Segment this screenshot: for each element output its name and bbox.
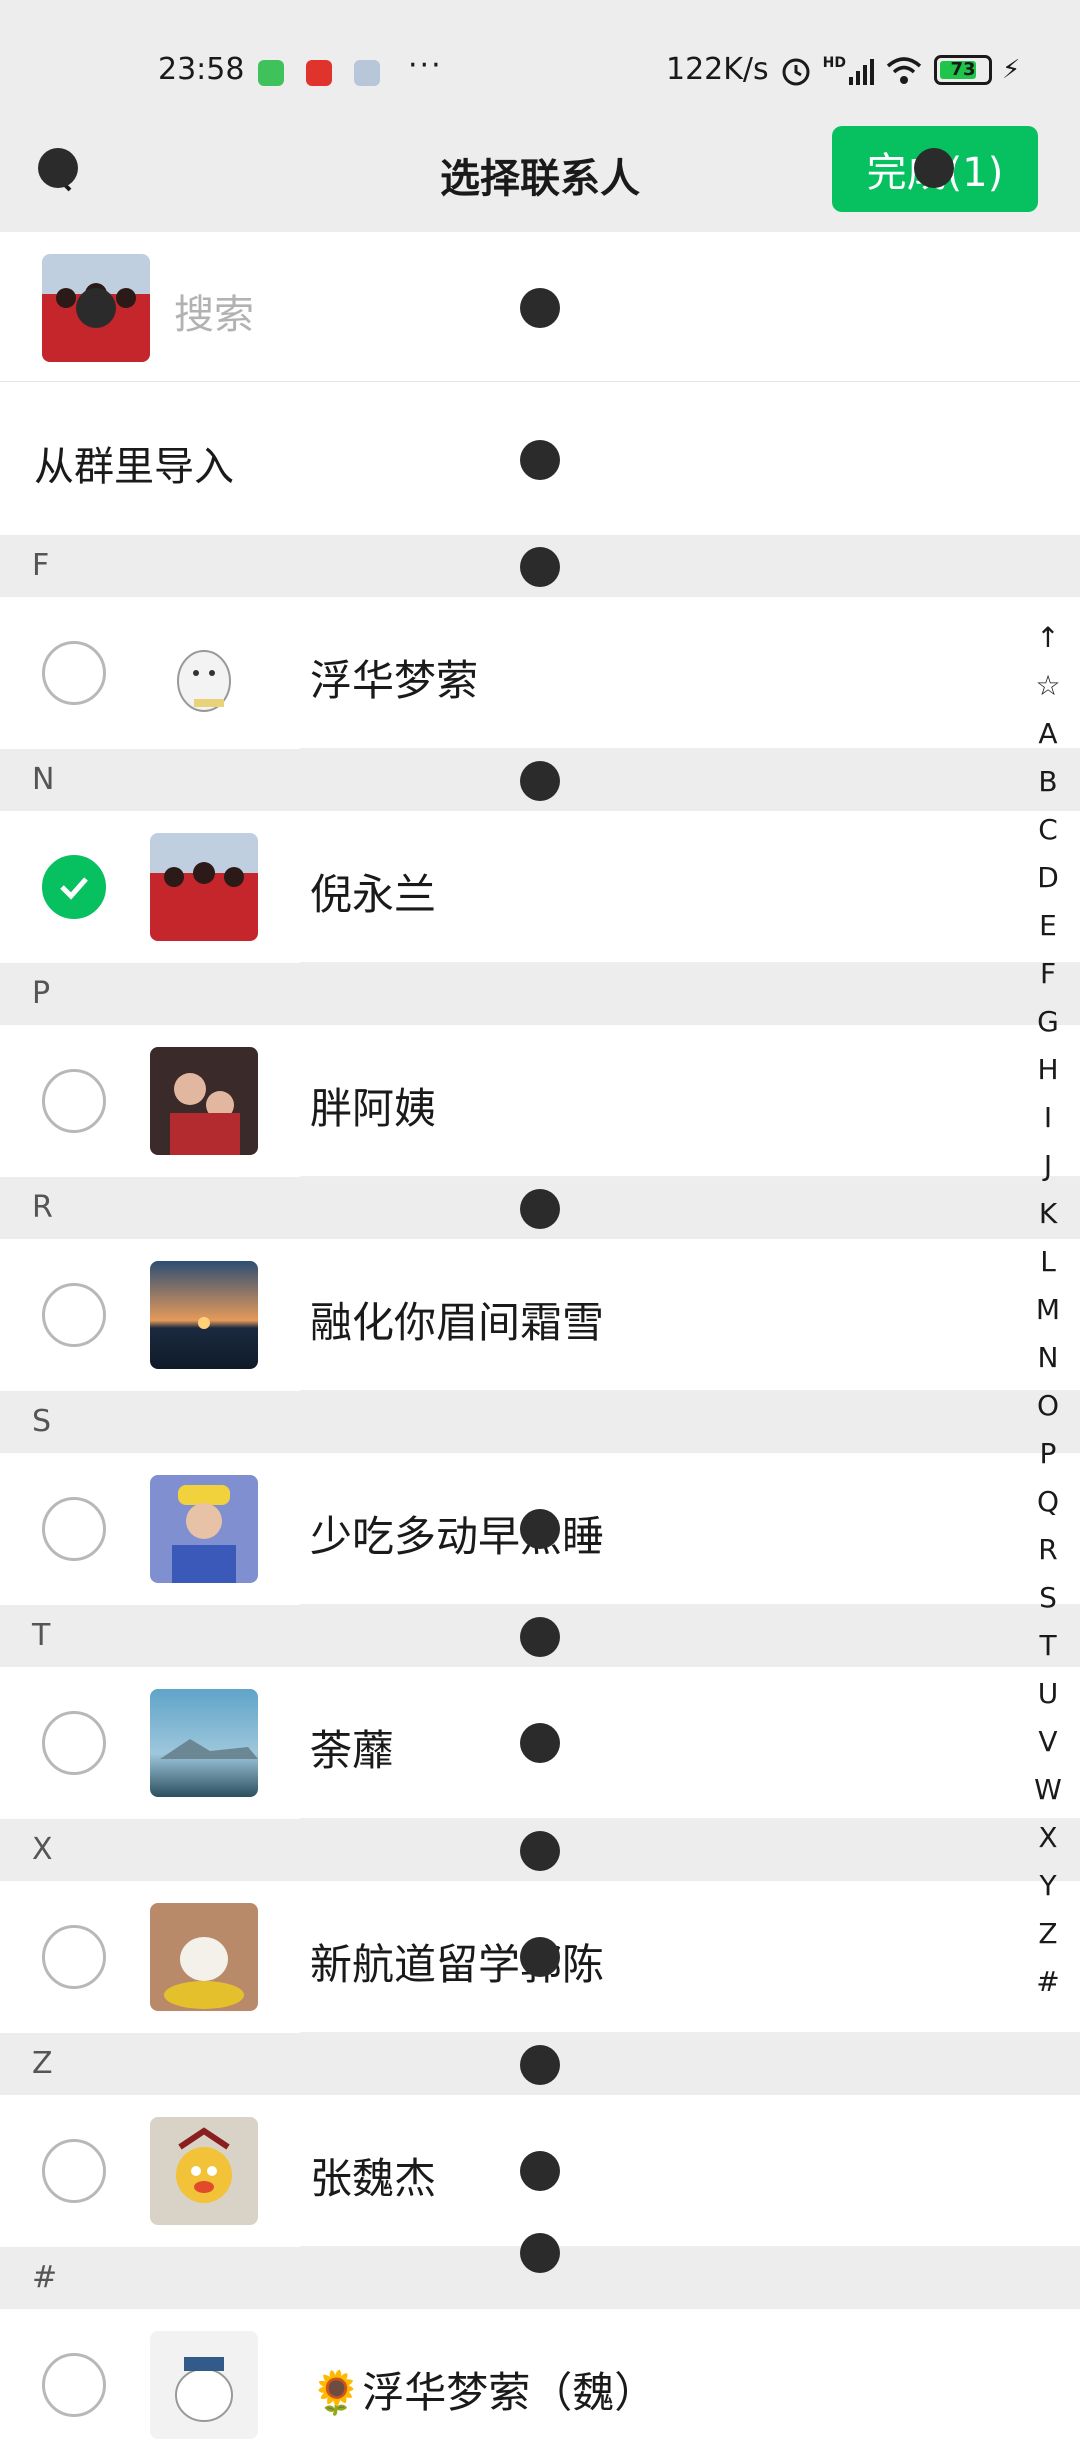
index-letter[interactable]: M [1036,1286,1060,1334]
contact-row[interactable]: 浮华梦萦 [0,597,1080,749]
contact-name: 荼蘼 [310,1726,395,1775]
contact-avatar [150,1261,258,1369]
overlay-marker [520,547,560,587]
contact-name: 融化你眉间霜雪 [310,1298,605,1347]
network-speed: 122K/s [666,52,769,87]
contact-avatar [150,1689,258,1797]
overlay-marker [520,1831,560,1871]
index-letter[interactable]: Y [1039,1862,1056,1910]
status-bar: 23:58 ··· 122K/s HD 73 ⚡ [0,0,1080,120]
contact-checkbox[interactable] [42,1497,106,1561]
overlay-marker [520,761,560,801]
index-letter[interactable]: E [1039,902,1057,950]
index-letter[interactable]: R [1038,1526,1057,1574]
contact-checkbox[interactable] [42,1711,106,1775]
overlay-marker [520,1723,560,1763]
contact-name: 胖阿姨 [310,1084,437,1133]
overlay-marker [914,148,954,188]
contact-checkbox[interactable] [42,1283,106,1347]
index-letter[interactable]: H [1037,1046,1058,1094]
contact-row[interactable]: 胖阿姨 [0,1025,1080,1177]
contact-name: 张魏杰 [310,2154,437,2203]
contact-avatar [150,1903,258,2011]
section-header-p: P [0,963,1080,1025]
contact-avatar [150,2117,258,2225]
index-hash[interactable]: # [1036,1958,1059,2006]
overlay-marker [520,2151,560,2191]
news-notification-icon [306,60,332,86]
index-up[interactable]: ↑ [1036,614,1059,662]
overlay-marker [520,288,560,328]
contact-checkbox[interactable] [42,2139,106,2203]
index-letter[interactable]: K [1039,1190,1057,1238]
more-notifications-icon: ··· [408,48,443,83]
status-right-group: 122K/s HD 73 ⚡ [666,52,1020,87]
index-letter[interactable]: S [1039,1574,1057,1622]
index-star[interactable]: ☆ [1035,662,1060,710]
contact-avatar [150,1475,258,1583]
overlay-marker [520,1509,560,1549]
index-letter[interactable]: W [1034,1766,1062,1814]
contact-name: 浮华梦萦 [310,656,479,705]
alarm-icon [782,58,810,85]
contact-row[interactable]: 融化你眉间霜雪 [0,1239,1080,1391]
index-letter[interactable]: Q [1037,1478,1059,1526]
index-letter[interactable]: I [1044,1094,1052,1142]
overlay-marker [520,2233,560,2273]
index-letter[interactable]: A [1038,710,1057,758]
check-icon [60,877,88,900]
contact-checkbox-checked[interactable] [42,855,106,919]
status-time: 23:58 [158,52,245,87]
wifi-icon [886,56,922,84]
overlay-marker [520,1937,560,1977]
import-from-group-label: 从群里导入 [34,444,234,490]
contact-checkbox[interactable] [42,1925,106,1989]
index-letter[interactable]: T [1039,1622,1056,1670]
index-letter[interactable]: F [1040,950,1056,998]
index-letter[interactable]: C [1038,806,1058,854]
contact-name: 🌻浮华梦萦（魏） [310,2368,657,2417]
contact-avatar [150,619,258,727]
overlay-marker [76,288,116,328]
battery-icon: 73 [934,54,993,85]
contact-avatar [150,1047,258,1155]
overlay-marker [520,1189,560,1229]
alphabet-index[interactable]: ↑ ☆ A B C D E F G H I J K L M N O P Q R … [1028,614,1068,2006]
index-letter[interactable]: U [1038,1670,1059,1718]
overlay-marker [520,2045,560,2085]
index-letter[interactable]: P [1040,1430,1057,1478]
app-notification-icon [258,60,284,86]
index-letter[interactable]: L [1040,1238,1056,1286]
contact-checkbox[interactable] [42,1069,106,1133]
contact-row[interactable]: 倪永兰 [0,811,1080,963]
signal-icon: HD [823,55,875,85]
index-letter[interactable]: D [1037,854,1059,902]
index-letter[interactable]: V [1038,1718,1057,1766]
contact-name: 新航道留学郭陈 [310,1940,605,1989]
overlay-marker [520,440,560,480]
game-notification-icon [354,60,380,86]
section-header-s: S [0,1391,1080,1453]
index-letter[interactable]: B [1038,758,1057,806]
search-input[interactable]: 搜索 [174,282,254,340]
overlay-marker [38,148,78,188]
index-letter[interactable]: J [1044,1142,1052,1190]
index-letter[interactable]: Z [1038,1910,1057,1958]
contact-avatar [150,2331,258,2439]
contact-name: 少吃多动早点睡 [310,1512,605,1561]
contact-checkbox[interactable] [42,641,106,705]
index-letter[interactable]: O [1037,1382,1059,1430]
index-letter[interactable]: N [1038,1334,1059,1382]
contact-checkbox[interactable] [42,2353,106,2417]
charging-icon: ⚡ [1002,54,1021,85]
contact-name: 倪永兰 [310,870,437,919]
index-letter[interactable]: X [1038,1814,1057,1862]
contact-avatar [150,833,258,941]
overlay-marker [520,1617,560,1657]
contact-row[interactable]: 🌻浮华梦萦（魏） [0,2309,1080,2461]
index-letter[interactable]: G [1037,998,1059,1046]
